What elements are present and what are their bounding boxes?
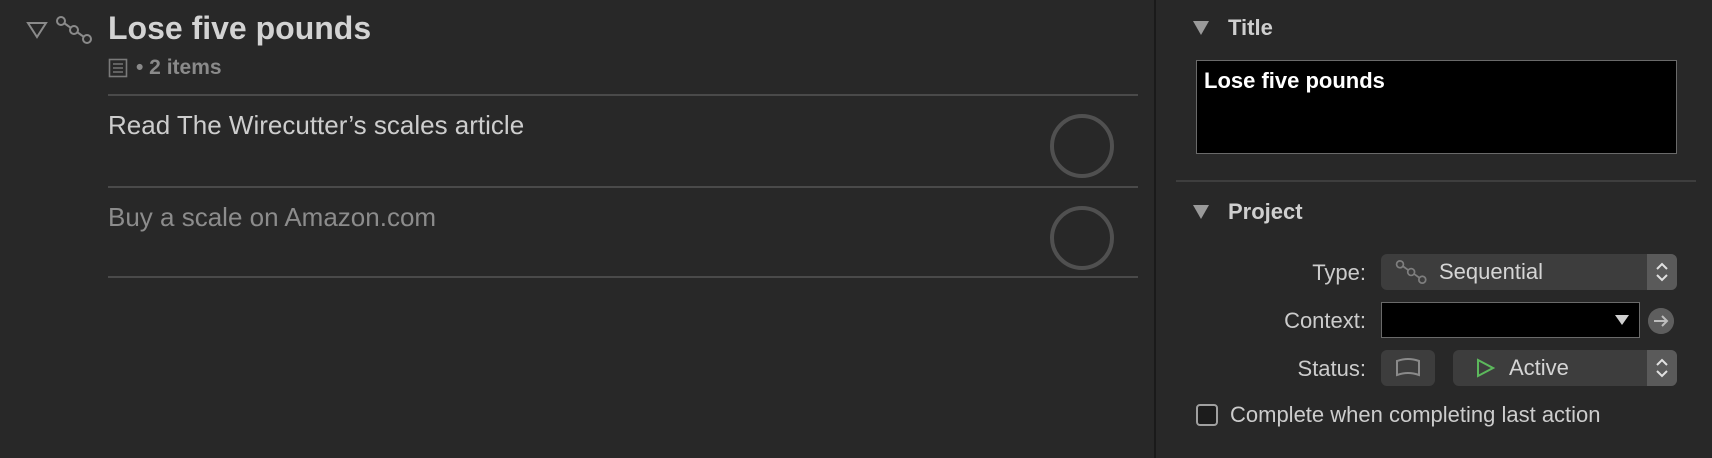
checkbox-label[interactable]: Complete when completing last action [1230, 402, 1601, 428]
completion-checkbox[interactable] [1050, 114, 1114, 178]
section-label: Title [1228, 15, 1273, 40]
completion-checkbox[interactable] [1050, 206, 1114, 270]
title-field[interactable]: Lose five pounds [1196, 60, 1677, 154]
status-label: Status: [1297, 356, 1366, 381]
title-section-header[interactable]: Title [1192, 14, 1273, 42]
type-label: Type: [1312, 260, 1366, 285]
up-down-chevron-icon [1656, 262, 1668, 282]
complete-when-last-action-checkbox[interactable] [1196, 404, 1218, 426]
sequential-icon [56, 16, 92, 44]
action-title[interactable]: Buy a scale on Amazon.com [108, 202, 436, 233]
action-row[interactable]: Buy a scale on Amazon.com [108, 188, 1138, 278]
project-meta: • 2 items [108, 56, 222, 80]
context-label: Context: [1284, 308, 1366, 333]
play-triangle-icon [1477, 358, 1495, 378]
up-down-chevron-icon [1656, 358, 1668, 378]
collapse-triangle-icon[interactable] [1192, 204, 1210, 220]
inspector-pane: Title Lose five pounds Project Type: Seq… [1156, 0, 1712, 458]
status-popup[interactable]: Active [1453, 350, 1677, 386]
sequential-icon [1395, 260, 1427, 284]
row-divider [108, 276, 1138, 278]
section-label: Project [1228, 199, 1303, 224]
go-to-context-icon[interactable] [1648, 308, 1674, 334]
flag-button[interactable] [1381, 350, 1435, 386]
collapse-triangle-icon[interactable] [1192, 20, 1210, 36]
outline-pane: Lose five pounds • 2 items Read The Wire… [0, 0, 1154, 458]
context-field[interactable] [1381, 302, 1640, 338]
type-value: Sequential [1439, 259, 1543, 284]
popup-stepper[interactable] [1647, 350, 1677, 386]
note-icon[interactable] [108, 58, 128, 78]
action-row[interactable]: Read The Wirecutter’s scales article [108, 96, 1138, 186]
project-title[interactable]: Lose five pounds [108, 10, 371, 47]
type-popup[interactable]: Sequential [1381, 254, 1677, 290]
disclosure-triangle-icon[interactable] [26, 20, 48, 40]
flag-icon [1396, 358, 1420, 377]
dropdown-arrow-icon[interactable] [1615, 315, 1629, 325]
popup-stepper[interactable] [1647, 254, 1677, 290]
status-value: Active [1509, 355, 1569, 380]
project-section-header[interactable]: Project [1192, 198, 1303, 226]
action-title[interactable]: Read The Wirecutter’s scales article [108, 110, 524, 141]
item-count: • 2 items [136, 56, 222, 79]
section-separator [1176, 180, 1696, 182]
